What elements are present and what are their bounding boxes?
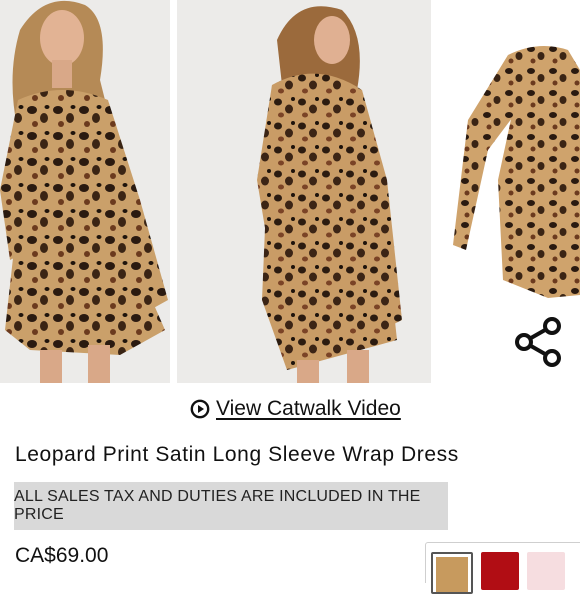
swatch-pink[interactable] bbox=[527, 552, 565, 590]
product-photo-angle[interactable] bbox=[177, 0, 431, 383]
color-swatches bbox=[425, 542, 580, 594]
product-title: Leopard Print Satin Long Sleeve Wrap Dre… bbox=[15, 443, 459, 466]
tax-notice-banner: ALL SALES TAX AND DUTIES ARE INCLUDED IN… bbox=[14, 482, 448, 530]
catwalk-link-label: View Catwalk Video bbox=[216, 397, 401, 420]
swatch-red[interactable] bbox=[481, 552, 519, 590]
model-front-photo bbox=[0, 0, 170, 383]
swatch-leopard-fill bbox=[436, 557, 468, 592]
share-button[interactable] bbox=[512, 316, 564, 368]
share-icon bbox=[515, 317, 561, 367]
product-image-gallery[interactable] bbox=[0, 0, 580, 383]
view-catwalk-video-link[interactable]: View Catwalk Video bbox=[190, 395, 401, 423]
tax-notice-text: ALL SALES TAX AND DUTIES ARE INCLUDED IN… bbox=[14, 488, 421, 523]
swatch-leopard[interactable] bbox=[431, 552, 473, 594]
product-price: CA$69.00 bbox=[15, 544, 109, 567]
product-photo-front[interactable] bbox=[0, 0, 170, 383]
model-angle-photo bbox=[177, 0, 431, 383]
play-circle-icon bbox=[190, 399, 210, 419]
